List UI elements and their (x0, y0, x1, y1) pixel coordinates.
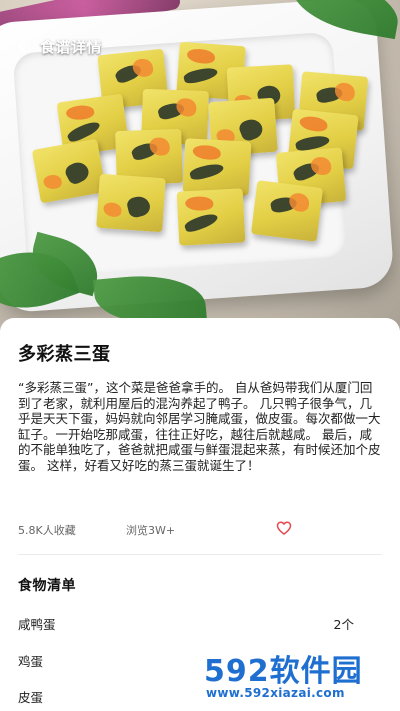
watermark-logo: 592软件园 (204, 646, 363, 690)
chevron-left-icon (18, 39, 27, 53)
page-title: 食谱详情 (40, 37, 103, 56)
egg-cube (250, 180, 324, 242)
ingredients-title: 食物清单 (18, 578, 76, 594)
site-watermark: 592软件园 www.592xiazai.com (196, 640, 400, 711)
egg-cube (96, 173, 166, 233)
egg-cube (176, 188, 246, 246)
top-bar: 食谱详情 (0, 26, 400, 66)
ingredient-name: 咸鸭蛋 (18, 617, 56, 632)
egg-cube (182, 138, 252, 196)
recipe-title: 多彩蒸三蛋 (18, 344, 111, 365)
ingredient-name: 鸡蛋 (18, 654, 44, 669)
heart-outline-icon[interactable] (276, 520, 292, 536)
ingredient-name: 皮蛋 (18, 690, 44, 705)
watermark-logo-number: 592 (204, 654, 270, 689)
back-button[interactable] (12, 35, 34, 57)
favorites-count: 5.8K人收藏 (18, 524, 76, 537)
ingredient-amount: 2个 (333, 617, 354, 632)
views-count: 浏览3W+ (126, 524, 176, 537)
egg-cube (31, 138, 107, 204)
ingredient-row: 咸鸭蛋 2个 (18, 614, 354, 634)
watermark-url: www.592xiazai.com (206, 686, 345, 700)
recipe-description: “多彩蒸三蛋”，这个菜是爸爸拿手的。 自从爸妈带我们从厦门回到了老家，就利用屋后… (18, 380, 381, 473)
recipe-stats: 5.8K人收藏 浏览3W+ (18, 520, 382, 542)
watermark-logo-text: 软件园 (269, 654, 363, 689)
divider (18, 554, 382, 555)
